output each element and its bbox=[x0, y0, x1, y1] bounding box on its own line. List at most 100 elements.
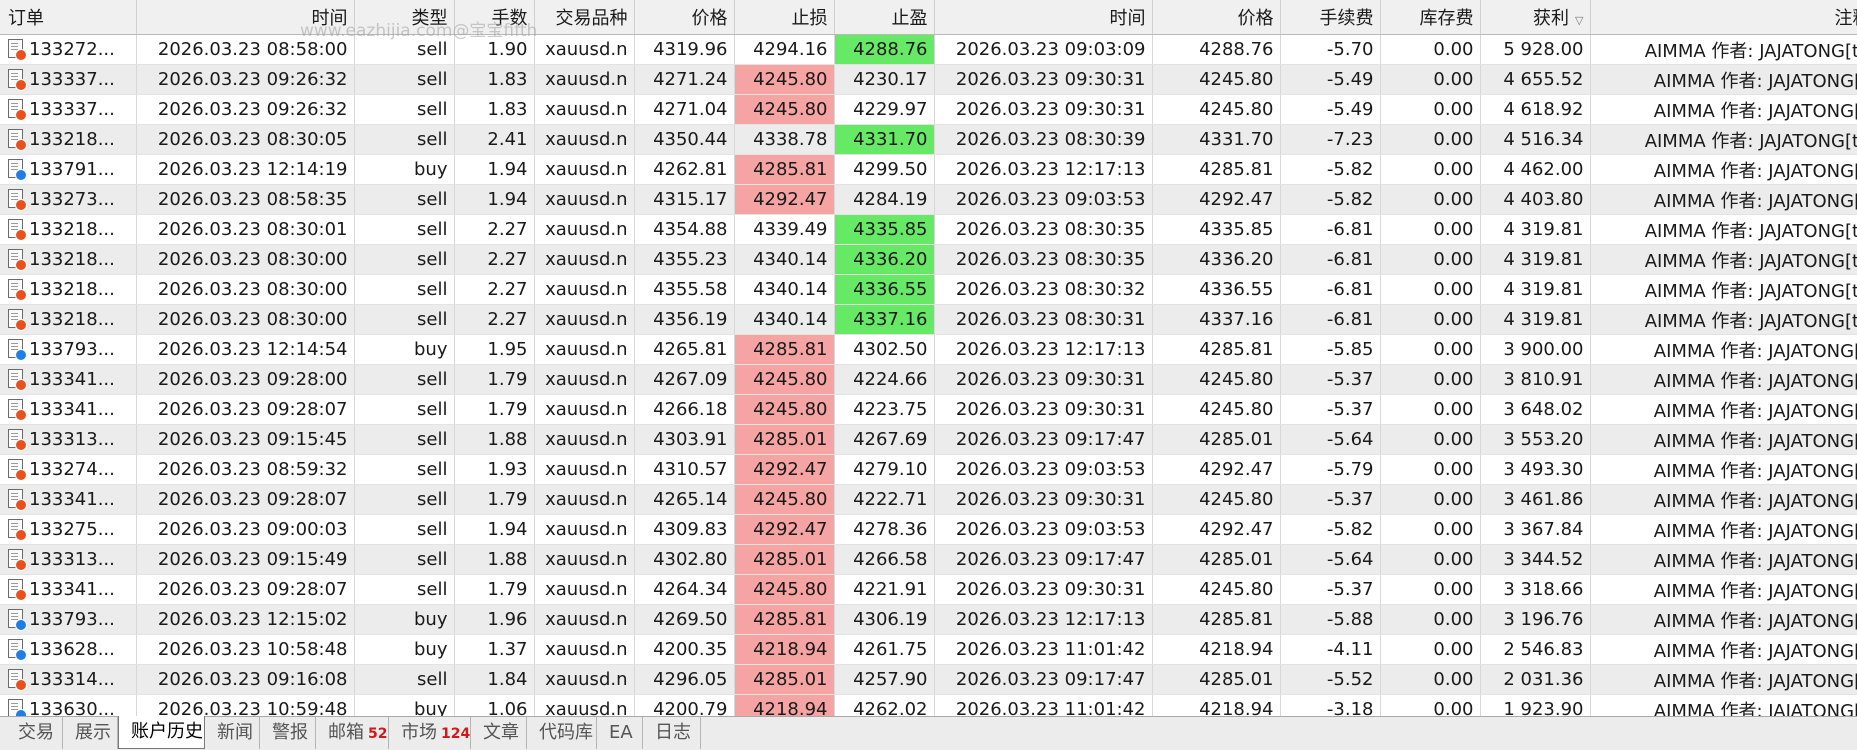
cell-comment: AIMMA 作者: JAJATONG[s bbox=[1590, 364, 1857, 395]
column-header-close-time[interactable]: 时间 bbox=[934, 0, 1153, 35]
cell-close-price: 4245.80 bbox=[1152, 484, 1281, 515]
table-row[interactable]: 133314... 2026.03.23 09:16:08 sell 1.84 xauu… bbox=[0, 664, 1857, 695]
table-body: 133272... 2026.03.23 08:58:00 sell 1.90 xauu… bbox=[0, 34, 1857, 716]
cell-profit: 3 553.20 bbox=[1480, 424, 1591, 455]
tab-label: 邮箱 bbox=[328, 722, 364, 743]
tab-news[interactable]: 新闻 bbox=[205, 717, 260, 749]
column-header-volume[interactable]: 手数 bbox=[454, 0, 535, 35]
cell-volume: 2.27 bbox=[454, 244, 535, 275]
column-header-swap[interactable]: 库存费 bbox=[1380, 0, 1481, 35]
column-header-label: 价格 bbox=[691, 8, 728, 29]
tab-code-base[interactable]: 代码库 bbox=[527, 717, 597, 749]
column-header-profit[interactable]: 获利 ▽ bbox=[1480, 0, 1591, 35]
column-header-stop-loss[interactable]: 止损 bbox=[734, 0, 835, 35]
table-row[interactable]: 133313... 2026.03.23 09:15:49 sell 1.88 xauu… bbox=[0, 544, 1857, 575]
cell-commission: -5.85 bbox=[1280, 334, 1381, 365]
column-header-label: 获利 bbox=[1533, 8, 1570, 29]
cell-stop-loss: 4294.16 bbox=[734, 34, 835, 65]
table-row[interactable]: 133218... 2026.03.23 08:30:00 sell 2.27 xauu… bbox=[0, 304, 1857, 335]
buy-order-icon bbox=[8, 159, 27, 181]
cell-type: sell bbox=[354, 454, 455, 485]
cell-close-price: 4288.76 bbox=[1152, 34, 1281, 65]
tab-mailbox[interactable]: 邮箱 52 bbox=[316, 717, 389, 749]
table-row[interactable]: 133341... 2026.03.23 09:28:07 sell 1.79 xauu… bbox=[0, 574, 1857, 605]
table-row[interactable]: 133275... 2026.03.23 09:00:03 sell 1.94 xauu… bbox=[0, 514, 1857, 545]
column-header-order[interactable]: 订单 bbox=[0, 0, 137, 35]
tab-account-history[interactable]: 账户历史 bbox=[118, 716, 205, 749]
tab-exposure[interactable]: 展示 bbox=[63, 717, 118, 749]
column-header-comment[interactable]: 注释 bbox=[1590, 0, 1857, 35]
table-row[interactable]: 133793... 2026.03.23 12:15:02 buy 1.96 xauus… bbox=[0, 604, 1857, 635]
cell-take-profit: 4337.16 bbox=[834, 304, 935, 335]
table-row[interactable]: 133337... 2026.03.23 09:26:32 sell 1.83 xauu… bbox=[0, 94, 1857, 125]
table-row[interactable]: 133274... 2026.03.23 08:59:32 sell 1.93 xauu… bbox=[0, 454, 1857, 485]
cell-take-profit: 4336.55 bbox=[834, 274, 935, 305]
cell-type: sell bbox=[354, 574, 455, 605]
table-row[interactable]: 133341... 2026.03.23 09:28:07 sell 1.79 xauu… bbox=[0, 484, 1857, 515]
cell-order: 133218... bbox=[0, 244, 137, 275]
cell-symbol: xauusd.n bbox=[534, 484, 635, 515]
table-row[interactable]: 133628... 2026.03.23 10:58:48 buy 1.37 xauus… bbox=[0, 634, 1857, 665]
table-row[interactable]: 133218... 2026.03.23 08:30:00 sell 2.27 xauu… bbox=[0, 244, 1857, 275]
column-header-take-profit[interactable]: 止盈 bbox=[834, 0, 935, 35]
sell-order-icon bbox=[8, 399, 27, 421]
table-row[interactable]: 133313... 2026.03.23 09:15:45 sell 1.88 xauu… bbox=[0, 424, 1857, 455]
cell-volume: 1.79 bbox=[454, 364, 535, 395]
sell-order-icon bbox=[8, 669, 27, 691]
cell-close-time: 2026.03.23 08:30:31 bbox=[934, 304, 1153, 335]
sell-order-icon bbox=[8, 39, 27, 61]
cell-open-time: 2026.03.23 08:30:00 bbox=[136, 244, 355, 275]
table-row[interactable]: 133630... 2026.03.23 10:59:48 buy 1.06 xauus… bbox=[0, 694, 1857, 716]
cell-stop-loss: 4245.80 bbox=[734, 364, 835, 395]
tab-alerts[interactable]: 警报 bbox=[260, 717, 316, 749]
tab-label: 代码库 bbox=[539, 722, 593, 743]
tab-trade[interactable]: 交易 bbox=[6, 717, 63, 749]
sell-order-icon bbox=[8, 309, 27, 331]
cell-open-price: 4262.81 bbox=[634, 154, 735, 185]
cell-open-time: 2026.03.23 09:26:32 bbox=[136, 64, 355, 95]
column-header-open-price[interactable]: 价格 bbox=[634, 0, 735, 35]
cell-volume: 2.27 bbox=[454, 214, 535, 245]
tab-market[interactable]: 市场 124 bbox=[389, 717, 471, 749]
tab-journal[interactable]: 日志 bbox=[643, 717, 701, 749]
cell-swap: 0.00 bbox=[1380, 154, 1481, 185]
cell-open-time: 2026.03.23 08:30:00 bbox=[136, 274, 355, 305]
table-row[interactable]: 133341... 2026.03.23 09:28:07 sell 1.79 xauu… bbox=[0, 394, 1857, 425]
cell-stop-loss: 4285.81 bbox=[734, 604, 835, 635]
cell-profit: 3 900.00 bbox=[1480, 334, 1591, 365]
tab-articles[interactable]: 文章 bbox=[471, 717, 527, 749]
table-row[interactable]: 133793... 2026.03.23 12:14:54 buy 1.95 xauus… bbox=[0, 334, 1857, 365]
column-header-type[interactable]: 类型 bbox=[354, 0, 455, 35]
column-header-commission[interactable]: 手续费 bbox=[1280, 0, 1381, 35]
table-row[interactable]: 133273... 2026.03.23 08:58:35 sell 1.94 xauu… bbox=[0, 184, 1857, 215]
tab-label: 文章 bbox=[483, 722, 519, 743]
column-header-open-time[interactable]: 时间 bbox=[136, 0, 355, 35]
history-table: 订单 时间 类型 手数 交易品种 价格 止损 止盈 时间 价格 手续费 库存费 获利 ▽ 注释 133272… bbox=[0, 0, 1857, 716]
table-row[interactable]: 133218... 2026.03.23 08:30:00 sell 2.27 xauu… bbox=[0, 274, 1857, 305]
cell-symbol: xauusd.n bbox=[534, 454, 635, 485]
cell-take-profit: 4306.19 bbox=[834, 604, 935, 635]
table-row[interactable]: 133791... 2026.03.23 12:14:19 buy 1.94 xauus… bbox=[0, 154, 1857, 185]
cell-close-time: 2026.03.23 08:30:35 bbox=[934, 214, 1153, 245]
sort-descending-icon: ▽ bbox=[1575, 14, 1584, 27]
column-header-symbol[interactable]: 交易品种 bbox=[534, 0, 635, 35]
sell-order-icon bbox=[8, 219, 27, 241]
cell-commission: -6.81 bbox=[1280, 304, 1381, 335]
table-row[interactable]: 133218... 2026.03.23 08:30:05 sell 2.41 xauu… bbox=[0, 124, 1857, 155]
table-row[interactable]: 133337... 2026.03.23 09:26:32 sell 1.83 xauu… bbox=[0, 64, 1857, 95]
cell-comment: AIMMA 作者: JAJATONG[s bbox=[1590, 424, 1857, 455]
column-header-label: 订单 bbox=[8, 8, 44, 29]
column-header-close-price[interactable]: 价格 bbox=[1152, 0, 1281, 35]
cell-close-price: 4336.20 bbox=[1152, 244, 1281, 275]
tab-label: 账户历史 bbox=[131, 721, 203, 742]
table-row[interactable]: 133218... 2026.03.23 08:30:01 sell 2.27 xauu… bbox=[0, 214, 1857, 245]
order-ticket: 133218... bbox=[29, 129, 115, 150]
tab-experts[interactable]: EA bbox=[597, 717, 643, 749]
table-row[interactable]: 133272... 2026.03.23 08:58:00 sell 1.90 xauu… bbox=[0, 34, 1857, 65]
cell-open-time: 2026.03.23 08:30:00 bbox=[136, 304, 355, 335]
cell-order: 133272... bbox=[0, 34, 137, 65]
table-row[interactable]: 133341... 2026.03.23 09:28:00 sell 1.79 xauu… bbox=[0, 364, 1857, 395]
cell-close-time: 2026.03.23 08:30:39 bbox=[934, 124, 1153, 155]
account-history-grid[interactable]: 订单 时间 类型 手数 交易品种 价格 止损 止盈 时间 价格 手续费 库存费 获利 ▽ 注释 133272… bbox=[0, 0, 1857, 716]
cell-symbol: xauusd.n bbox=[534, 364, 635, 395]
